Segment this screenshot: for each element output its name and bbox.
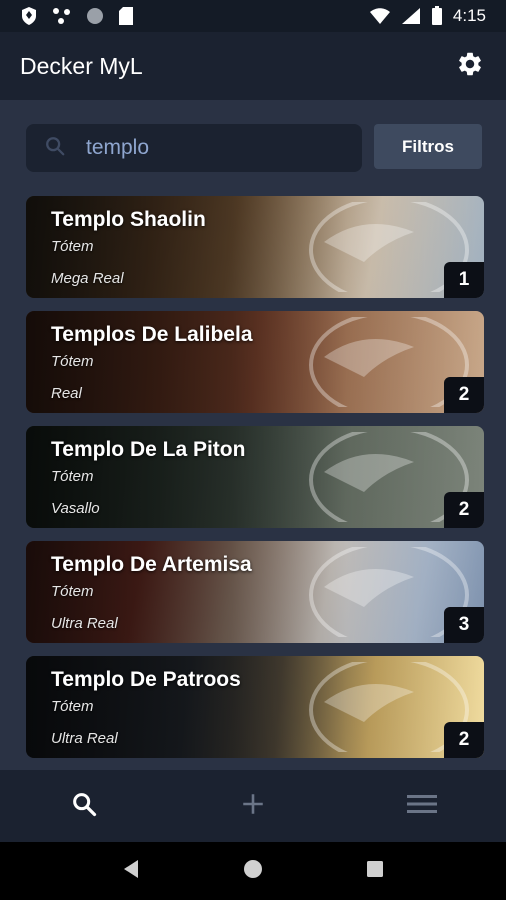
wifi-icon bbox=[369, 7, 391, 25]
card-rarity: Ultra Real bbox=[51, 730, 118, 747]
search-input[interactable] bbox=[86, 136, 326, 160]
card-count-badge: 1 bbox=[444, 262, 484, 298]
circle-icon bbox=[86, 7, 104, 25]
bottom-navigation bbox=[0, 770, 506, 842]
search-icon bbox=[70, 790, 98, 823]
card-name: Templo De Artemisa bbox=[51, 553, 252, 576]
recents-icon[interactable] bbox=[366, 860, 384, 883]
card-list: Templo Shaolin Tótem Mega Real 1 Templos… bbox=[26, 196, 484, 771]
back-icon[interactable] bbox=[122, 859, 140, 884]
nav-search[interactable] bbox=[0, 770, 169, 842]
system-navigation-bar bbox=[0, 842, 506, 900]
card-name: Templos De Lalibela bbox=[51, 323, 253, 346]
signal-icon bbox=[401, 7, 421, 25]
add-icon bbox=[240, 791, 266, 822]
app-bar: Decker MyL bbox=[0, 32, 506, 100]
shield-icon bbox=[20, 6, 38, 26]
card-type: Tótem bbox=[51, 353, 94, 370]
card-item[interactable]: Templos De Lalibela Tótem Real 2 bbox=[26, 311, 484, 413]
filter-button[interactable]: Filtros bbox=[374, 124, 482, 169]
card-rarity: Vasallo bbox=[51, 500, 100, 517]
battery-icon bbox=[431, 6, 443, 26]
nav-menu[interactable] bbox=[337, 770, 506, 842]
card-item[interactable]: Templo Shaolin Tótem Mega Real 1 bbox=[26, 196, 484, 298]
card-count-badge: 2 bbox=[444, 492, 484, 528]
search-row: Filtros bbox=[26, 124, 482, 172]
card-item[interactable]: Templo De Artemisa Tótem Ultra Real 3 bbox=[26, 541, 484, 643]
settings-button[interactable] bbox=[454, 50, 486, 82]
card-rarity: Mega Real bbox=[51, 270, 124, 287]
app-title: Decker MyL bbox=[20, 52, 143, 79]
card-count-badge: 3 bbox=[444, 607, 484, 643]
search-box[interactable] bbox=[26, 124, 362, 172]
card-count-badge: 2 bbox=[444, 722, 484, 758]
card-type: Tótem bbox=[51, 583, 94, 600]
card-name: Templo Shaolin bbox=[51, 208, 206, 231]
card-name: Templo De Patroos bbox=[51, 668, 241, 691]
card-type: Tótem bbox=[51, 238, 94, 255]
card-item[interactable]: Templo De La Piton Tótem Vasallo 2 bbox=[26, 426, 484, 528]
menu-icon bbox=[406, 792, 437, 821]
gear-icon bbox=[456, 50, 484, 83]
search-icon bbox=[44, 135, 66, 162]
home-icon[interactable] bbox=[243, 859, 263, 884]
card-count-badge: 2 bbox=[444, 377, 484, 413]
card-item[interactable]: Templo De Patroos Tótem Ultra Real 2 bbox=[26, 656, 484, 758]
status-bar: 4:15 bbox=[0, 0, 506, 32]
card-name: Templo De La Piton bbox=[51, 438, 246, 461]
card-type: Tótem bbox=[51, 698, 94, 715]
dots-icon bbox=[52, 7, 72, 25]
card-type: Tótem bbox=[51, 468, 94, 485]
sd-card-icon bbox=[118, 6, 134, 26]
card-rarity: Real bbox=[51, 385, 82, 402]
clock-time: 4:15 bbox=[452, 6, 486, 25]
nav-add[interactable] bbox=[169, 770, 338, 842]
card-rarity: Ultra Real bbox=[51, 615, 118, 632]
